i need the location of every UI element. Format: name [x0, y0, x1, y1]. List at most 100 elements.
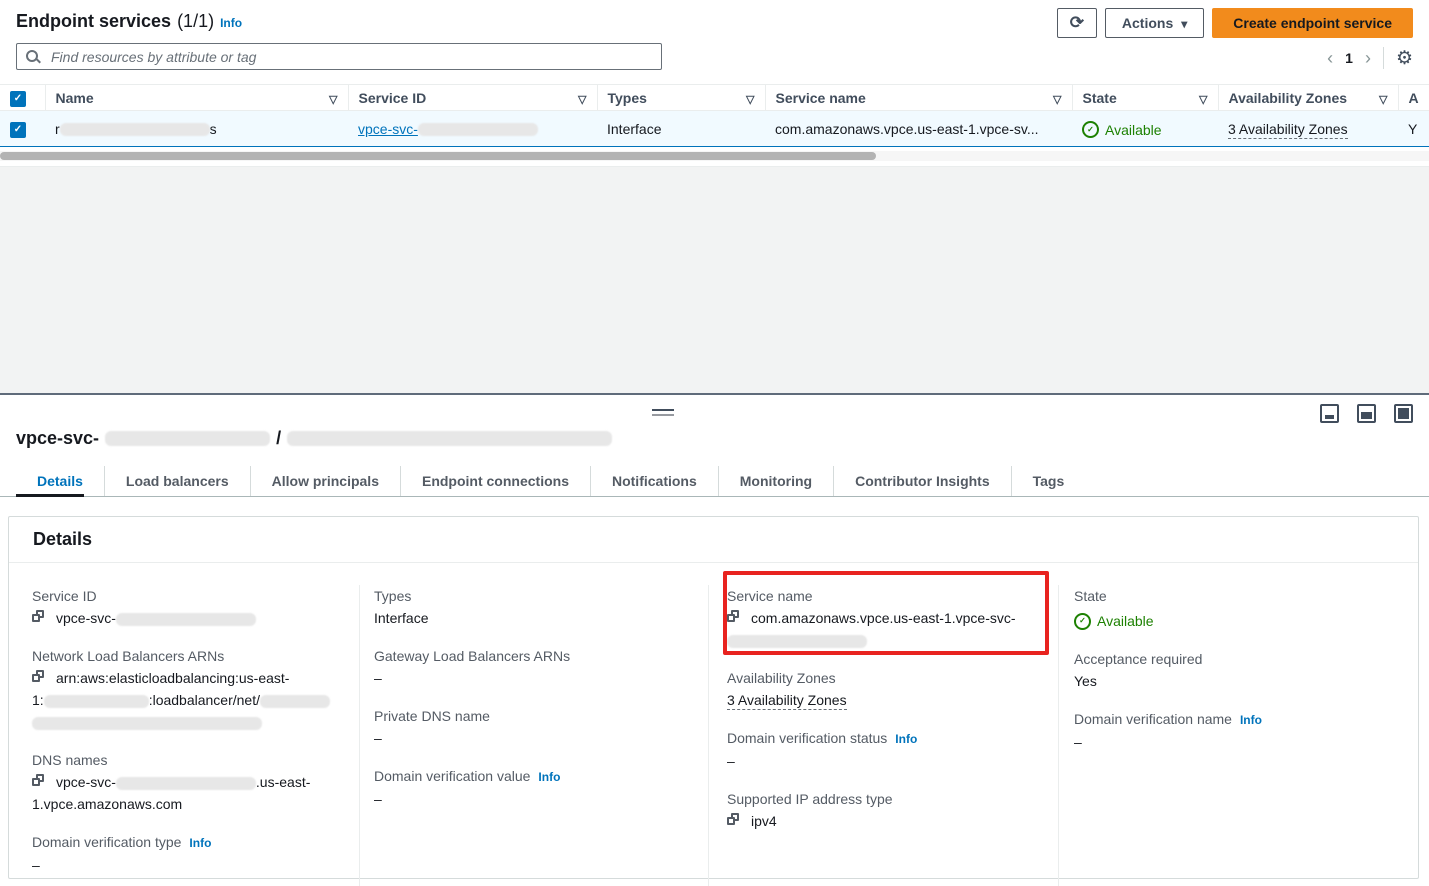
field-domain-verification-status: Domain verification status Info – [727, 727, 1058, 772]
select-all-checkbox[interactable] [10, 91, 26, 107]
field-label: Domain verification status Info [727, 727, 1042, 750]
nlb-arn-line1: arn:aws:elasticloadbalancing:us-east- [56, 670, 289, 686]
copy-icon[interactable] [727, 813, 742, 828]
tab-notifications[interactable]: Notifications [590, 466, 718, 496]
field-value: – [32, 854, 343, 876]
copy-icon[interactable] [32, 774, 47, 789]
column-header-service-id: Service ID [359, 90, 427, 106]
field-types: Types Interface [374, 585, 708, 629]
field-label: Network Load Balancers ARNs [32, 645, 343, 667]
availability-zones-popover-link[interactable]: 3 Availability Zones [1228, 121, 1348, 139]
gear-icon[interactable] [1396, 49, 1413, 68]
column-header-acceptance-cut: A [1409, 90, 1419, 106]
sort-filter-icon[interactable] [1053, 90, 1061, 106]
field-domain-verification-name: Domain verification name Info – [1074, 708, 1405, 753]
prev-page-button[interactable]: ‹ [1327, 49, 1333, 67]
split-panel-drag-handle[interactable] [652, 409, 674, 417]
tab-load-balancers[interactable]: Load balancers [104, 466, 250, 496]
sort-filter-icon[interactable] [329, 90, 337, 106]
sort-filter-icon[interactable] [578, 90, 586, 106]
field-value: – [374, 788, 692, 810]
page-title: Endpoint services [16, 11, 171, 32]
column-header-name: Name [56, 90, 94, 106]
availability-zones-popover-link[interactable]: 3 Availability Zones [727, 692, 847, 710]
redacted-text [727, 635, 867, 648]
tab-details[interactable]: Details [16, 466, 104, 496]
actions-button[interactable]: Actions [1105, 8, 1204, 38]
tab-tags[interactable]: Tags [1011, 466, 1086, 496]
field-value: vpce-svc- [32, 607, 343, 629]
field-value: – [1074, 731, 1389, 753]
name-prefix: r [55, 121, 60, 137]
info-link[interactable]: Info [189, 832, 211, 854]
copy-icon[interactable] [32, 670, 47, 685]
available-check-icon [1082, 121, 1099, 138]
refresh-button[interactable] [1057, 8, 1097, 38]
field-value: arn:aws:elasticloadbalancing:us-east- 1:… [32, 667, 343, 733]
tab-contributor-insights[interactable]: Contributor Insights [833, 466, 1011, 496]
field-label: Acceptance required [1074, 648, 1389, 670]
supported-ip-value: ipv4 [751, 813, 777, 829]
field-state: State Available [1074, 585, 1405, 632]
field-dns-names: DNS names vpce-svc-.us-east- 1.vpce.amaz… [32, 749, 359, 815]
cell-state: Available [1072, 111, 1218, 147]
redacted-text [116, 777, 256, 790]
nlb-arn-line2-mid: :loadbalancer/net/ [149, 692, 260, 708]
field-label: Supported IP address type [727, 788, 1042, 810]
field-value: Interface [374, 607, 692, 629]
info-link[interactable]: Info [1240, 709, 1262, 731]
info-link[interactable]: Info [538, 766, 560, 788]
panel-size-controls [1320, 404, 1413, 423]
service-id-link[interactable]: vpce-svc- [358, 121, 538, 137]
tab-endpoint-connections[interactable]: Endpoint connections [400, 466, 590, 496]
search-box[interactable] [16, 43, 662, 70]
sort-filter-icon[interactable] [1379, 90, 1387, 106]
copy-icon[interactable] [727, 610, 742, 625]
create-endpoint-service-button[interactable]: Create endpoint service [1212, 8, 1413, 38]
details-card: Details Service ID vpce-svc- Network Loa… [8, 516, 1419, 879]
field-supported-ip: Supported IP address type ipv4 [727, 788, 1058, 832]
row-checkbox[interactable] [10, 122, 26, 138]
state-text: Available [1105, 122, 1162, 138]
pagination: ‹ 1 › [1327, 45, 1413, 71]
column-header-types: Types [608, 90, 647, 106]
column-header-service-name: Service name [776, 90, 866, 106]
search-input[interactable] [49, 48, 653, 66]
field-value: Yes [1074, 670, 1389, 692]
field-value: 3 Availability Zones [727, 689, 1042, 711]
table-row[interactable]: rs vpce-svc- Interface com.amazonaws.vpc… [0, 111, 1429, 147]
sort-filter-icon[interactable] [1199, 90, 1207, 106]
sort-filter-icon[interactable] [746, 90, 754, 106]
details-column-3: Service name com.amazonaws.vpce.us-east-… [709, 585, 1059, 886]
field-label: Types [374, 585, 692, 607]
redacted-text [287, 431, 612, 446]
service-name-line1: com.amazonaws.vpce.us-east-1.vpce-svc- [751, 610, 1016, 626]
next-page-button[interactable]: › [1365, 49, 1371, 67]
info-link[interactable]: Info [220, 16, 242, 30]
tab-monitoring[interactable]: Monitoring [718, 466, 833, 496]
tab-allow-principals[interactable]: Allow principals [250, 466, 400, 496]
panel-size-small-icon[interactable] [1320, 404, 1339, 423]
field-label: Service name [727, 585, 1042, 607]
service-id-value-prefix: vpce-svc- [56, 610, 116, 626]
details-card-header: Details [9, 517, 1418, 563]
endpoint-services-table: Name Service ID Types Service name State… [0, 84, 1429, 147]
endpoint-services-page: Endpoint services (1/1) Info Actions Cre… [0, 0, 1429, 886]
panel-size-large-icon[interactable] [1394, 404, 1413, 423]
redacted-text [116, 613, 256, 626]
details-heading: Details [33, 529, 92, 550]
info-link[interactable]: Info [895, 728, 917, 750]
current-page-number[interactable]: 1 [1345, 50, 1353, 66]
toolbar: Endpoint services (1/1) Info Actions Cre… [0, 0, 1429, 40]
details-column-1: Service ID vpce-svc- Network Load Balanc… [9, 585, 360, 886]
search-icon [25, 49, 41, 65]
scrollbar-thumb[interactable] [0, 152, 876, 160]
actions-button-label: Actions [1122, 15, 1173, 31]
panel-title: vpce-svc- / [16, 428, 612, 449]
copy-icon[interactable] [32, 610, 47, 625]
field-label: Service ID [32, 585, 343, 607]
cell-service-id: vpce-svc- [348, 111, 597, 147]
details-column-4: State Available Acceptance required Yes … [1059, 585, 1405, 886]
panel-size-medium-icon[interactable] [1357, 404, 1376, 423]
field-nlb-arns: Network Load Balancers ARNs arn:aws:elas… [32, 645, 359, 733]
